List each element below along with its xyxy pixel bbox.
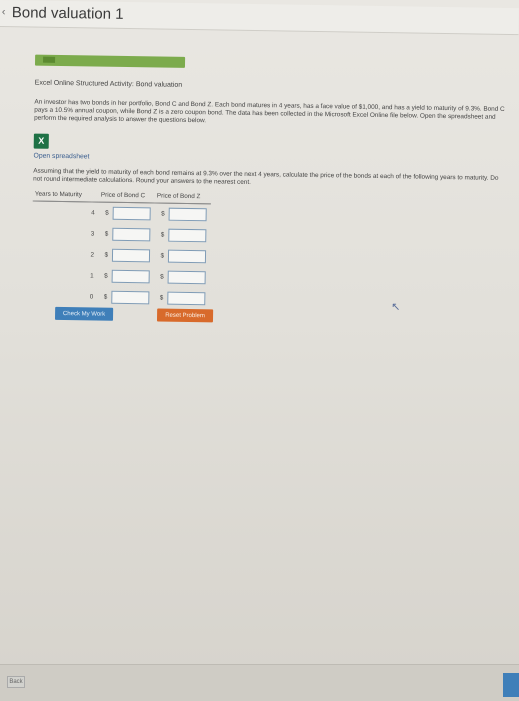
table-row: 2 $ $ bbox=[32, 244, 210, 268]
bond-z-price-input[interactable] bbox=[168, 228, 207, 243]
table-row: 4 $ $ bbox=[33, 201, 211, 225]
bond-z-price-input[interactable] bbox=[167, 249, 207, 264]
activity-title: Excel Online Structured Activity: Bond v… bbox=[34, 79, 183, 89]
price-input-group: $ bbox=[158, 270, 206, 285]
price-input-group: $ bbox=[102, 227, 151, 242]
bond-z-cell: $ bbox=[154, 224, 210, 246]
currency-symbol: $ bbox=[160, 252, 165, 260]
check-my-work-button[interactable]: Check My Work bbox=[54, 306, 114, 321]
price-input-group: $ bbox=[102, 269, 150, 284]
currency-symbol: $ bbox=[104, 272, 108, 280]
price-input-group: $ bbox=[159, 207, 207, 222]
years-to-maturity-cell: 0 bbox=[89, 292, 94, 301]
footer-bar: Back bbox=[0, 664, 519, 701]
currency-symbol: $ bbox=[105, 209, 109, 217]
bond-c-price-input[interactable] bbox=[111, 248, 151, 263]
price-input-group: $ bbox=[158, 228, 207, 243]
price-input-group: $ bbox=[101, 290, 150, 305]
page-title: Bond valuation 1 bbox=[11, 4, 124, 23]
bond-c-price-input[interactable] bbox=[112, 206, 151, 221]
table-row: 3 $ $ bbox=[32, 223, 210, 247]
price-input-group: $ bbox=[102, 248, 151, 263]
bond-c-cell: $ bbox=[97, 287, 153, 309]
problem-intro: An investor has two bonds in her portfol… bbox=[34, 98, 505, 125]
years-to-maturity-cell: 3 bbox=[90, 229, 95, 238]
price-input-group: $ bbox=[103, 206, 151, 221]
table-row: 1 $ $ bbox=[32, 265, 210, 289]
open-spreadsheet-link[interactable]: Open spreadsheet bbox=[33, 153, 89, 162]
bond-c-cell: $ bbox=[98, 266, 154, 288]
progress-banner bbox=[34, 54, 186, 68]
bond-c-price-input[interactable] bbox=[112, 227, 151, 242]
back-button[interactable]: Back bbox=[7, 676, 25, 688]
bond-c-price-input[interactable] bbox=[111, 290, 150, 305]
bond-c-cell: $ bbox=[98, 245, 154, 267]
bond-z-cell: $ bbox=[154, 245, 210, 267]
price-input-group: $ bbox=[158, 249, 207, 264]
bond-z-price-input[interactable] bbox=[167, 270, 206, 285]
instructions: Assuming that the yield to maturity of e… bbox=[33, 167, 499, 186]
table-row: 0 $ $ bbox=[31, 286, 209, 310]
bond-c-cell: $ bbox=[98, 224, 154, 246]
bond-z-cell: $ bbox=[154, 266, 210, 288]
header-bar: ‹ Bond valuation 1 bbox=[0, 0, 519, 36]
currency-symbol: $ bbox=[104, 251, 109, 259]
years-to-maturity-cell: 1 bbox=[90, 271, 94, 280]
years-to-maturity-cell: 2 bbox=[90, 250, 95, 259]
currency-symbol: $ bbox=[160, 231, 165, 239]
currency-symbol: $ bbox=[161, 210, 165, 218]
years-to-maturity-cell: 4 bbox=[91, 208, 95, 217]
currency-symbol: $ bbox=[160, 273, 164, 281]
mouse-cursor-icon: ↖ bbox=[391, 301, 401, 314]
currency-symbol: $ bbox=[159, 294, 164, 302]
bond-price-table: Years to Maturity Price of Bond C Price … bbox=[31, 190, 211, 310]
reset-problem-button[interactable]: Reset Problem bbox=[156, 308, 214, 323]
bond-z-price-input[interactable] bbox=[167, 291, 206, 306]
currency-symbol: $ bbox=[104, 230, 109, 238]
next-button[interactable] bbox=[503, 673, 519, 697]
excel-icon[interactable]: X bbox=[33, 133, 49, 149]
page: ‹ Bond valuation 1 Excel Online Structur… bbox=[0, 0, 519, 701]
price-input-group: $ bbox=[157, 291, 206, 306]
chevron-left-icon[interactable]: ‹ bbox=[2, 6, 6, 18]
bond-z-cell: $ bbox=[153, 287, 209, 309]
bond-c-price-input[interactable] bbox=[111, 269, 150, 284]
content-rotated: ‹ Bond valuation 1 Excel Online Structur… bbox=[0, 0, 519, 323]
bond-c-cell: $ bbox=[99, 202, 155, 224]
bond-z-cell: $ bbox=[154, 203, 210, 225]
currency-symbol: $ bbox=[103, 293, 108, 301]
banner-tag bbox=[43, 56, 56, 63]
bond-z-price-input[interactable] bbox=[168, 207, 207, 222]
